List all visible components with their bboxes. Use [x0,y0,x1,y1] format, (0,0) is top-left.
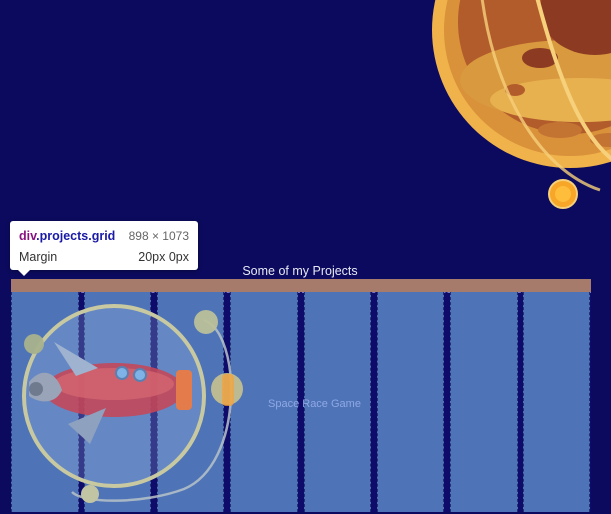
project-thumbnail[interactable] [14,304,254,514]
grid-column [377,292,444,512]
margin-overlay [11,279,591,292]
tooltip-property-label: Margin [19,250,58,264]
tooltip-property-value: 20px 0px [138,250,189,264]
planet-illustration [420,0,611,230]
planet-icon [432,0,611,209]
tooltip-dimensions: 898 × 1073 [128,229,189,243]
grid-column [450,292,518,512]
project-title[interactable]: Space Race Game [268,398,368,410]
grid-column [523,292,590,512]
tooltip-element-classes: .projects.grid [36,229,116,243]
tooltip-element-tag: div [19,229,37,243]
rocket-icon [22,304,243,503]
devtools-inspect-tooltip: div.projects.grid 898 × 1073 Margin 20px… [10,221,198,276]
page: Some of my Projects Space Race Game div.… [0,0,611,514]
tooltip-selector: div.projects.grid [19,229,115,243]
